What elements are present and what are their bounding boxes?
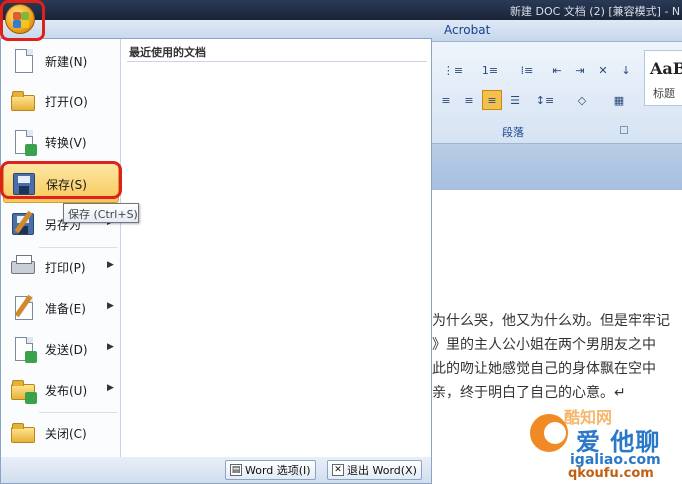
style-name: 标题	[653, 87, 675, 100]
doc-line: 此的吻让她感觉自己的身体飘在空中	[432, 361, 656, 377]
tab-acrobat[interactable]: Acrobat	[444, 23, 490, 37]
office-logo-part	[21, 20, 29, 28]
submenu-arrow-icon: ▶	[107, 342, 114, 352]
line-spacing-icon[interactable]: ↕≡	[528, 90, 562, 110]
menu-item-label: 打开(O)	[45, 95, 88, 109]
recent-divider	[127, 61, 427, 62]
close-folder-icon	[9, 419, 37, 447]
menu-item-send[interactable]: 发送(D) ▶	[3, 329, 119, 369]
save-highlight-annotation	[0, 161, 122, 199]
borders-icon[interactable]: ▦	[602, 90, 636, 110]
save-tooltip: 保存 (Ctrl+S)	[63, 203, 139, 223]
menu-item-label: 准备(E)	[45, 302, 86, 316]
send-icon	[9, 335, 37, 363]
menu-item-publish[interactable]: 发布(U) ▶	[3, 370, 119, 410]
site-watermark: 酷知网 爱 他聊 igaliao.com qkoufu.com	[520, 400, 682, 484]
submenu-arrow-icon: ▶	[107, 383, 114, 393]
menu-item-close[interactable]: 关闭(C)	[3, 413, 119, 453]
menu-item-label: 新建(N)	[45, 55, 88, 69]
office-menu: 新建(N) 打开(O) 转换(V) 保存(S) 另存为 ▶ 打印(P) ▶ 准备…	[0, 38, 432, 484]
watermark-url: qkoufu.com	[568, 466, 654, 481]
recent-documents-panel: 最近使用的文档	[121, 39, 431, 457]
exit-word-label: 退出 Word(X)	[347, 464, 417, 477]
office-logo-icon	[13, 12, 21, 20]
doc-line: 亲，终于明白了自己的心意。↵	[432, 385, 626, 401]
convert-icon	[9, 128, 37, 156]
chinese-layout-icon[interactable]: ✕	[593, 60, 613, 80]
ruler	[432, 144, 682, 190]
menu-item-convert[interactable]: 转换(V)	[3, 122, 119, 162]
office-logo-part	[21, 12, 29, 20]
style-gallery-item[interactable]: AaB 标题	[644, 50, 682, 106]
doc-line: 为什么哭，他又为什么劝。但是牢牢记	[432, 313, 670, 329]
menu-item-print[interactable]: 打印(P) ▶	[3, 247, 119, 287]
menu-item-label: 转换(V)	[45, 136, 87, 150]
menu-item-label: 发送(D)	[45, 343, 88, 357]
ribbon-paragraph-group: ⋮≡ 1≡ ⁞≡ ⇤ ⇥ ✕ ↓ ¶ ≡ ≡ ≡ ☰ ↕≡ ◇ ▦ 段落 AaB…	[432, 42, 682, 144]
exit-word-button[interactable]: ✕ 退出 Word(X)	[327, 460, 422, 480]
menu-item-open[interactable]: 打开(O)	[3, 81, 119, 121]
distributed-icon[interactable]: ☰	[505, 90, 525, 110]
menu-item-label: 打印(P)	[45, 261, 86, 275]
doc-line: 》里的主人公小姐在两个男朋友之中	[432, 337, 656, 353]
office-logo-part	[13, 20, 21, 28]
window-title: 新建 DOC 文档 (2) [兼容模式] - N	[510, 5, 681, 18]
dialog-launcher-icon[interactable]	[620, 126, 628, 134]
increase-indent-icon[interactable]: ⇥	[570, 60, 590, 80]
numbering-icon[interactable]: 1≡	[473, 60, 507, 80]
bullets-icon[interactable]: ⋮≡	[436, 60, 470, 80]
submenu-arrow-icon: ▶	[107, 260, 114, 270]
word-options-label: Word 选项(I)	[245, 464, 311, 477]
paragraph-group-label: 段落	[502, 126, 524, 139]
align-center-icon[interactable]: ≡	[436, 90, 456, 110]
office-menu-commands: 新建(N) 打开(O) 转换(V) 保存(S) 另存为 ▶ 打印(P) ▶ 准备…	[1, 39, 121, 457]
shading-icon[interactable]: ◇	[565, 90, 599, 110]
align-right-icon[interactable]: ≡	[459, 90, 479, 110]
menu-item-label: 关闭(C)	[45, 427, 87, 441]
printer-icon	[9, 253, 37, 281]
menu-item-prepare[interactable]: 准备(E) ▶	[3, 288, 119, 328]
title-bar: 新建 DOC 文档 (2) [兼容模式] - N	[0, 0, 682, 20]
menu-item-new[interactable]: 新建(N)	[3, 41, 119, 81]
ribbon-row-align: ≡ ≡ ≡ ☰ ↕≡ ◇ ▦	[436, 90, 636, 110]
save-as-icon	[9, 210, 37, 238]
new-document-icon	[9, 47, 37, 75]
decrease-indent-icon[interactable]: ⇤	[547, 60, 567, 80]
menu-item-label: 发布(U)	[45, 384, 88, 398]
open-folder-icon	[9, 87, 37, 115]
exit-icon: ✕	[332, 464, 344, 476]
office-button[interactable]	[5, 4, 35, 34]
multilevel-list-icon[interactable]: ⁞≡	[510, 60, 544, 80]
style-sample: AaB	[650, 59, 682, 78]
ribbon-row-lists: ⋮≡ 1≡ ⁞≡ ⇤ ⇥ ✕ ↓ ¶	[436, 60, 659, 80]
publish-icon	[9, 376, 37, 404]
justify-icon[interactable]: ≡	[482, 90, 502, 110]
prepare-icon	[9, 294, 37, 322]
options-icon: ▤	[230, 464, 242, 476]
recent-documents-header: 最近使用的文档	[129, 46, 206, 59]
sort-icon[interactable]: ↓	[616, 60, 636, 80]
submenu-arrow-icon: ▶	[107, 301, 114, 311]
office-menu-footer: ▤ Word 选项(I) ✕ 退出 Word(X)	[1, 457, 431, 483]
word-options-button[interactable]: ▤ Word 选项(I)	[225, 460, 316, 480]
